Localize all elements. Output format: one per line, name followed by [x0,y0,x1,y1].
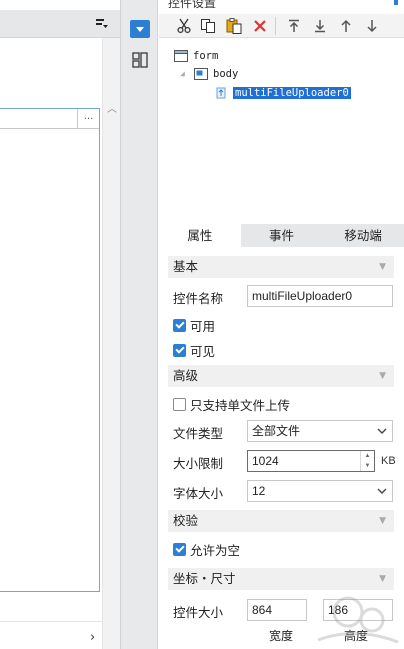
chevron-down-icon[interactable] [372,421,392,441]
chevron-right-icon[interactable]: › [90,630,95,645]
font-size-value: 12 [252,484,266,498]
section-basic[interactable]: 基本 ▼ [168,256,394,278]
file-type-label-row: 文件类型 [173,421,223,443]
watermark-logo [317,596,399,644]
browse-button[interactable]: ... [77,109,99,128]
move-down-icon[interactable] [363,17,381,35]
checkbox-checked-icon[interactable] [173,318,186,332]
tree-label: body [213,68,239,80]
section-title: 校验 [173,513,199,528]
font-size-select[interactable]: 12 [247,480,393,502]
multi-file-uploader-widget[interactable]: ... [0,108,100,592]
size-limit-label-row: 大小限制 [173,451,223,473]
tab-mobile[interactable]: 移动端 [322,224,404,247]
section-advanced[interactable]: 高级 ▼ [168,365,394,387]
panel-title: 控件设置 [168,0,217,10]
chevron-down-icon: ▼ [379,262,386,272]
spinner-arrows-icon[interactable]: ▲ ▼ [360,451,374,471]
checkbox-unchecked-icon[interactable] [173,397,186,411]
tree-node-form[interactable]: form [174,48,218,64]
delete-icon[interactable] [251,17,269,35]
allow-empty-label: 允许为空 [190,542,241,558]
move-bottom-icon[interactable] [311,17,329,35]
font-size-label-row: 字体大小 [173,481,223,503]
file-type-label: 文件类型 [173,425,224,441]
tree-label: multiFileUploader0 [233,87,351,99]
collapse-icon[interactable]: ◢ [180,69,185,78]
chevron-down-icon[interactable] [372,481,392,501]
copy-icon[interactable] [199,17,217,35]
size-label-row: 控件大小 [173,600,223,622]
section-title: 高级 [173,368,199,383]
tree-node-multifileuploader0[interactable]: multiFileUploader0 [214,85,351,101]
visible-label: 可见 [190,343,216,359]
property-tabs: 属性 事件 移动端 [159,224,404,247]
width-input[interactable]: 864 [247,599,307,621]
tree-label: form [193,50,219,62]
divider [0,621,102,622]
single-file-checkbox[interactable]: 只支持单文件上传 [173,393,290,415]
chevron-down-icon: ▼ [379,516,386,526]
canvas-topbar [0,10,120,38]
cut-icon[interactable] [175,17,193,35]
toolbox-column [120,0,158,649]
widget-settings-toggle-button[interactable] [130,20,150,38]
size-limit-label: 大小限制 [173,455,224,471]
pin-icon[interactable] [394,0,398,5]
widget-settings-panel: 控件设置 form ◢ body multiFileUploader0 属性 事… [159,0,404,649]
file-type-value: 全部文件 [252,424,301,438]
single-file-label: 只支持单文件上传 [190,397,291,413]
file-type-select[interactable]: 全部文件 [247,420,393,442]
tree-node-body[interactable]: ◢ body [180,66,239,82]
name-label: 控件名称 [173,290,224,306]
chevron-down-icon: ▼ [379,371,386,381]
dropdown-menu-icon[interactable] [96,18,108,30]
enabled-label: 可用 [190,318,216,334]
section-title: 基本 [173,259,199,274]
section-validation[interactable]: 校验 ▼ [168,510,394,532]
tab-properties[interactable]: 属性 [159,224,241,247]
uploader-file-bar: ... [0,109,99,129]
section-geometry[interactable]: 坐标・尺寸 ▼ [168,568,394,590]
size-limit-unit: KB [381,455,396,467]
scroll-up-icon[interactable]: ︿ [107,100,117,115]
size-limit-input[interactable]: 1024 ▲ ▼ [247,450,375,472]
checkbox-checked-icon[interactable] [173,343,186,357]
form-icon [174,50,188,62]
design-canvas[interactable]: ... ︿ › [0,0,120,649]
toolbar-separator [275,17,276,35]
uploader-icon [216,87,226,99]
width-caption: 宽度 [269,629,294,643]
body-icon [194,68,208,80]
enabled-checkbox[interactable]: 可用 [173,314,215,336]
layout-icon[interactable] [132,52,148,68]
tree-toolbar [159,14,404,38]
section-title: 坐标・尺寸 [173,571,236,586]
tab-events[interactable]: 事件 [241,224,323,247]
font-size-label: 字体大小 [173,485,224,501]
paste-icon[interactable] [225,17,243,35]
canvas-vertical-scrollbar[interactable]: ︿ [102,38,120,649]
widget-name-input[interactable]: multiFileUploader0 [247,285,393,307]
size-label: 控件大小 [173,604,224,620]
name-label-row: 控件名称 [173,286,223,308]
move-top-icon[interactable] [285,17,303,35]
size-limit-value: 1024 [252,454,279,468]
move-up-icon[interactable] [337,17,355,35]
allow-empty-checkbox[interactable]: 允许为空 [173,538,240,560]
chevron-down-icon: ▼ [379,574,386,584]
visible-checkbox[interactable]: 可见 [173,339,215,361]
checkbox-checked-icon[interactable] [173,542,186,556]
